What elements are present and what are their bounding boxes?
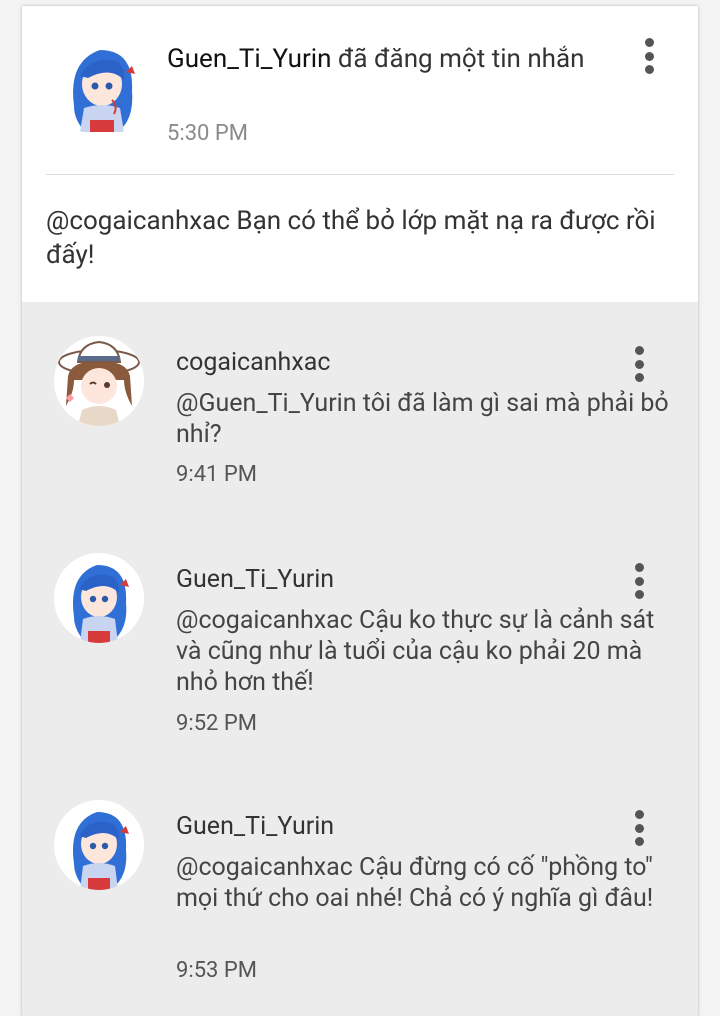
post-author[interactable]: Guen_Ti_Yurin: [167, 44, 331, 74]
author-avatar[interactable]: [52, 36, 152, 136]
comment-timestamp: 9:53 PM: [176, 958, 257, 983]
comment-timestamp: 9:52 PM: [176, 711, 257, 736]
comment-author[interactable]: Guen_Ti_Yurin: [176, 812, 334, 841]
comment-text: @Guen_Ti_Yurin tôi đã làm gì sai mà phải…: [176, 389, 669, 449]
comment-text: @cogaicanhxac Cậu đừng có cố "phồng to" …: [176, 853, 654, 913]
post-action: đã đăng một tin nhắn: [331, 44, 585, 74]
brown-hat-girl-avatar[interactable]: [54, 336, 144, 426]
blue-hair-girl-avatar[interactable]: [54, 800, 144, 890]
comment-text: @cogaicanhxac Cậu ko thực sự là cảnh sát…: [176, 606, 655, 697]
blue-hair-girl-avatar[interactable]: [54, 553, 144, 643]
comment-author[interactable]: cogaicanhxac: [176, 348, 330, 377]
post-body: @cogaicanhxac Bạn có thể bỏ lớp mặt nạ r…: [46, 206, 656, 270]
post-title: Guen_Ti_Yurin đã đăng một tin nhắn: [167, 42, 617, 76]
more-vertical-icon[interactable]: [632, 346, 646, 382]
comment-timestamp: 9:41 PM: [176, 462, 257, 487]
more-vertical-icon[interactable]: [632, 563, 646, 599]
comment-author[interactable]: Guen_Ti_Yurin: [176, 565, 334, 594]
original-post: Guen_Ti_Yurin đã đăng một tin nhắn 5:30 …: [22, 6, 698, 302]
divider: [46, 174, 674, 175]
more-vertical-icon[interactable]: [632, 810, 646, 846]
message-card: Guen_Ti_Yurin đã đăng một tin nhắn 5:30 …: [22, 6, 698, 1016]
post-timestamp: 5:30 PM: [167, 121, 248, 146]
more-vertical-icon[interactable]: [642, 38, 656, 74]
